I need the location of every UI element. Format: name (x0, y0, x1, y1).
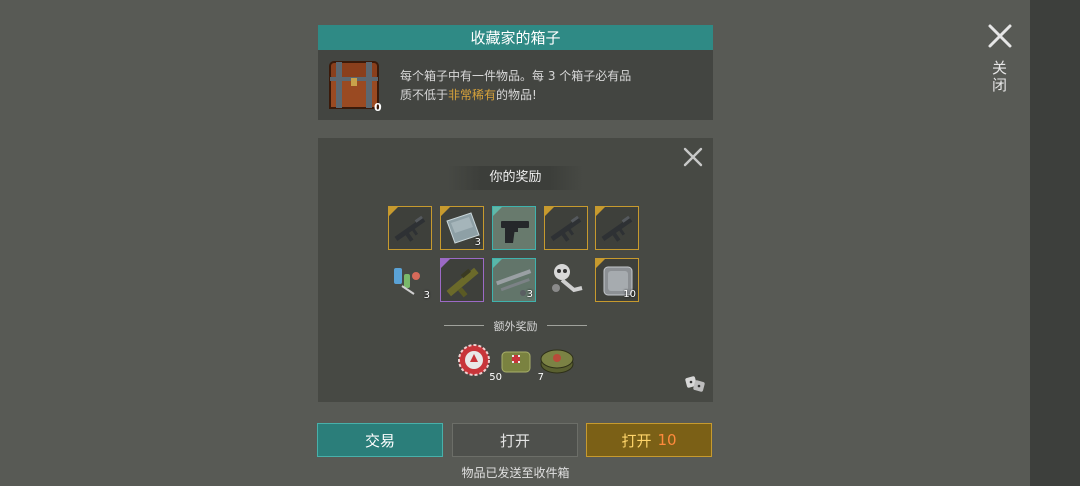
chest-info-panel: 0 每个箱子中有一件物品。每 3 个箱子必有品 质不低于非常稀有的物品! (318, 50, 713, 120)
bonus-label: 额外奖励 (493, 320, 538, 333)
reward-close-icon[interactable] (682, 146, 704, 168)
bonus-item-1[interactable]: 50 (456, 342, 502, 383)
divider-right (547, 325, 587, 326)
description-end: 的物品! (496, 88, 537, 102)
open-10-count: 10 (657, 431, 677, 449)
inbox-notice: 物品已发送至收件箱 (461, 466, 570, 480)
dice-icon[interactable] (684, 372, 706, 394)
bottle-cap-icon (458, 344, 490, 376)
reward-panel: 你的奖励 3 3 3 10 额外奖励 50 7 (318, 138, 713, 402)
close-icon[interactable] (984, 20, 1016, 52)
chest-description: 每个箱子中有一件物品。每 3 个箱子必有品 质不低于非常稀有的物品! (400, 67, 700, 105)
reward-slot-6[interactable]: 3 (388, 258, 432, 302)
open-button[interactable]: 打开 (452, 423, 578, 457)
skull-gear-icon (552, 264, 583, 293)
chest-count: 0 (374, 101, 382, 114)
reward-slot-4[interactable] (544, 206, 588, 250)
description-line1: 每个箱子中有一件物品。每 3 个箱子必有品 (400, 69, 632, 83)
dialog-title: 收藏家的箱子 (318, 25, 713, 50)
pistol-icon (493, 207, 535, 249)
trade-button[interactable]: 交易 (317, 423, 443, 457)
reward-slot-7[interactable] (440, 258, 484, 302)
reward-slot-1[interactable] (388, 206, 432, 250)
reward-title: 你的奖励 (448, 166, 583, 190)
assault-rifle-icon (601, 215, 633, 242)
reward-slot-8[interactable]: 3 (492, 258, 536, 302)
slot-qty: 10 (623, 289, 636, 300)
description-line2: 质不低于 (400, 88, 449, 102)
reward-slot-3[interactable] (492, 206, 536, 250)
reward-slot-2[interactable]: 3 (440, 206, 484, 250)
close-label[interactable]: 关闭 (988, 60, 1010, 94)
bonus-item-2[interactable]: 7 (498, 342, 544, 383)
rarity-highlight: 非常稀有 (448, 88, 497, 102)
assault-rifle-icon (394, 215, 426, 242)
open-10-button[interactable]: 打开 10 (586, 423, 712, 457)
slot-qty: 3 (423, 290, 430, 301)
slot-qty: 3 (474, 237, 481, 248)
camo-rifle-icon (446, 267, 479, 298)
reward-slot-9[interactable] (544, 258, 588, 302)
first-aid-kit-icon (501, 351, 531, 373)
open-10-label: 打开 (621, 431, 652, 450)
side-panel (1030, 0, 1080, 486)
bonus-item-3[interactable] (538, 342, 578, 378)
reward-slot-10[interactable]: 10 (595, 258, 639, 302)
slot-qty: 3 (526, 289, 533, 300)
assault-rifle-icon (550, 215, 582, 242)
reward-slot-5[interactable] (595, 206, 639, 250)
landmine-icon (540, 349, 574, 374)
